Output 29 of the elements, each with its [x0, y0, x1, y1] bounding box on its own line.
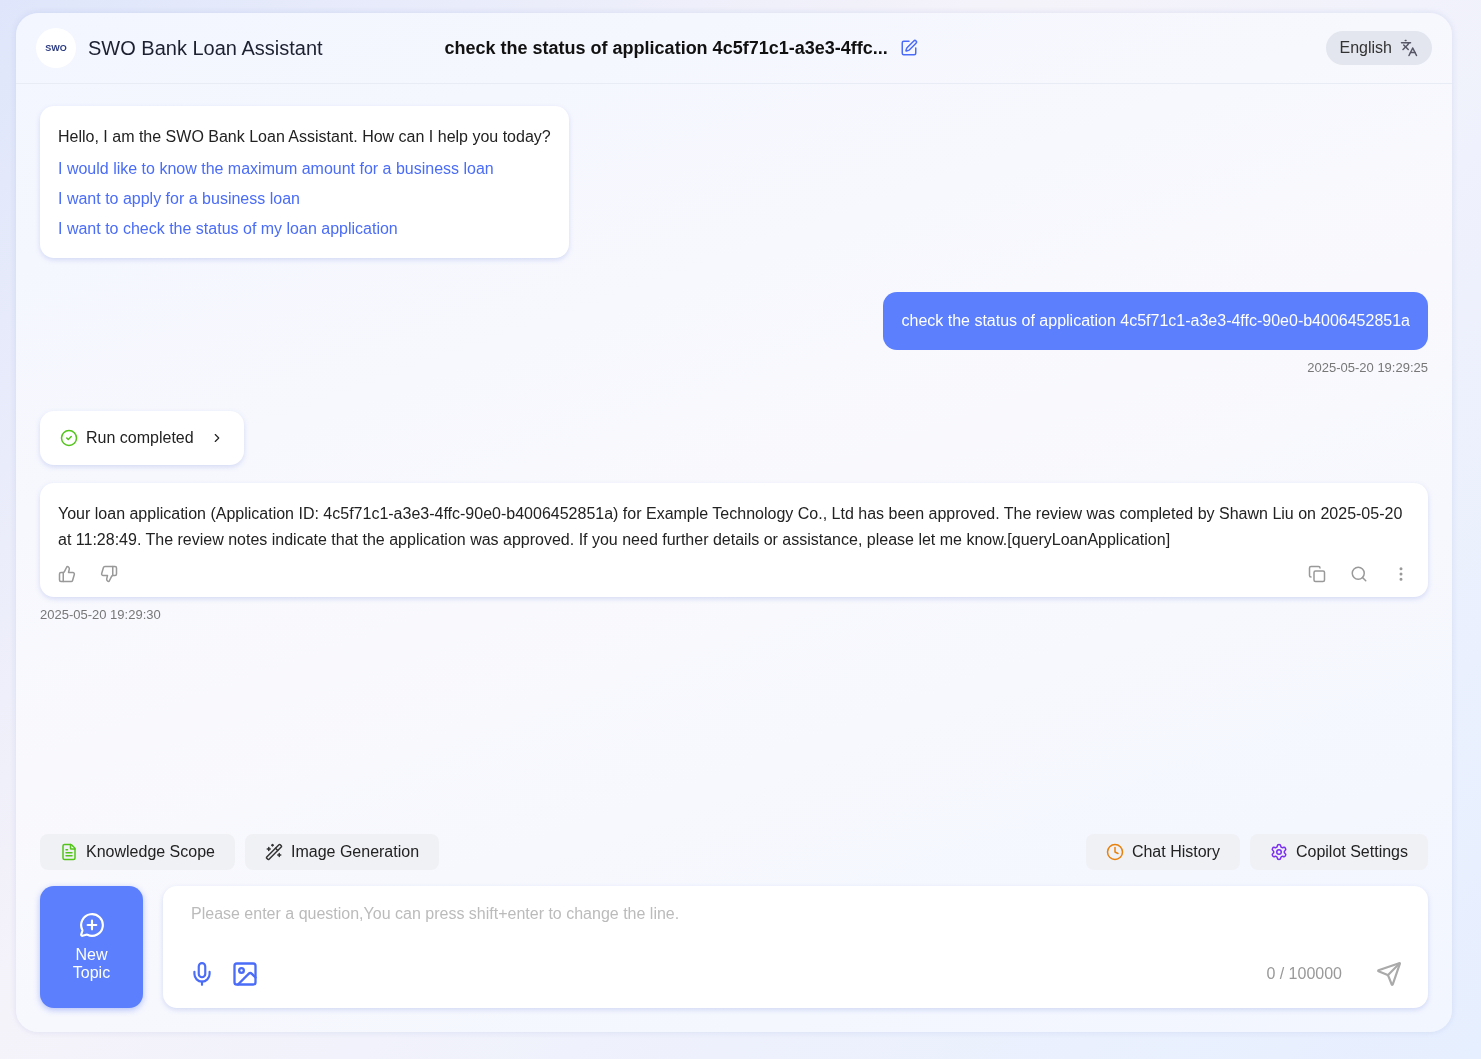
suggestion-link[interactable]: I want to apply for a business loan: [58, 188, 551, 210]
message-text: Hello, I am the SWO Bank Loan Assistant. How can I help you today?: [58, 127, 551, 147]
user-message: check the status of application 4c5f71c1-a3e3-4ffc-90e0-b4006452851a: [883, 292, 1428, 350]
language-button[interactable]: English: [1325, 31, 1432, 65]
suggestion-link[interactable]: I want to check the status of my loan application: [58, 218, 551, 240]
conversation-title: check the status of application 4c5f71c1-a3e3-4ffc...: [444, 37, 888, 59]
edit-icon[interactable]: [899, 39, 918, 57]
suggestion-link[interactable]: I would like to know the maximum amount for a business loan: [58, 158, 551, 180]
chat-plus-icon: [78, 912, 105, 938]
app-title: SWO Bank Loan Assistant: [88, 36, 323, 60]
thumbs-down-icon[interactable]: [100, 565, 118, 583]
toolbar-button[interactable]: Copilot Settings: [1249, 834, 1428, 870]
thumbs-up-icon[interactable]: [58, 565, 76, 583]
copy-icon[interactable]: [1308, 565, 1326, 583]
new-topic-button[interactable]: New Topic: [40, 886, 143, 1008]
toolbar-button[interactable]: Image Generation: [245, 834, 440, 870]
send-icon[interactable]: [1376, 961, 1402, 987]
timestamp: 2025-05-20 19:29:30: [40, 607, 161, 622]
toolbar-button[interactable]: Knowledge Scope: [40, 834, 235, 870]
search-icon[interactable]: [1350, 565, 1368, 583]
check-circle-icon: [60, 429, 78, 447]
timestamp: 2025-05-20 19:29:25: [1307, 360, 1428, 375]
toolbar-button[interactable]: Chat History: [1085, 834, 1240, 870]
language-icon: [1400, 39, 1418, 57]
run-status-button[interactable]: Run completed: [40, 411, 244, 465]
character-counter: 0 / 100000: [1266, 965, 1342, 983]
logo: SWO: [36, 28, 76, 68]
image-icon[interactable]: [231, 960, 259, 988]
answer-text: Your loan application (Application ID: 4c5f71c1-a3e3-4ffc-90e0-b4006452851a) for Example Technology Co., Ltd has been approved. The review was completed by Shawn Liu on 2025-05-20 at 11:28:49. The review notes indicate that the application was approved. If you need further details or assistance, please let me know.[queryLoanApplication]: [58, 504, 1404, 550]
